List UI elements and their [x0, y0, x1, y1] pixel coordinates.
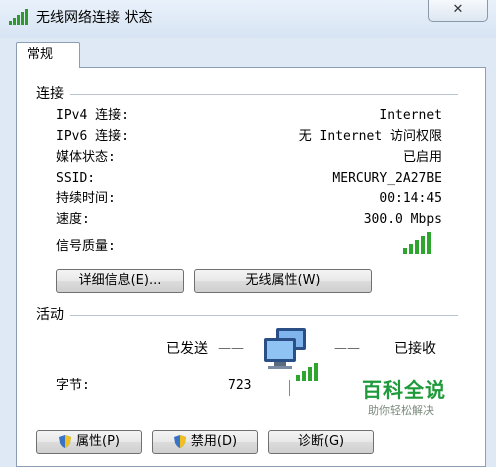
wireless-properties-label: 无线属性(W)	[245, 273, 321, 288]
disable-button[interactable]: 禁用(D)	[152, 430, 258, 454]
bytes-divider	[289, 380, 290, 396]
signal-quality-label: 信号质量:	[56, 239, 116, 254]
wireless-signal-icon	[9, 9, 28, 25]
connection-group-line	[36, 94, 458, 95]
close-button[interactable]: ✕	[428, 0, 488, 22]
sent-dash: ——	[218, 341, 244, 356]
network-computers-icon	[264, 328, 318, 381]
disable-label: 禁用(D)	[190, 434, 238, 449]
tab-general[interactable]: 常规	[16, 42, 80, 68]
window-title: 无线网络连接 状态	[36, 10, 153, 26]
details-button[interactable]: 详细信息(E)...	[56, 269, 184, 293]
sent-label: 已发送	[166, 341, 208, 357]
received-label: 已接收	[394, 341, 436, 357]
activity-group-line	[36, 315, 458, 316]
diagnose-label: 诊断(G)	[297, 434, 345, 449]
watermark-title: 百科全说	[362, 378, 446, 402]
diagnose-button[interactable]: 诊断(G)	[268, 430, 374, 454]
details-button-label: 详细信息(E)...	[78, 273, 162, 288]
media-state-label: 媒体状态:	[56, 150, 116, 165]
ssid-label: SSID:	[56, 171, 96, 186]
connection-group-title: 连接	[36, 85, 70, 103]
signal-strength-icon	[403, 232, 431, 254]
bytes-sent-value: 723	[228, 378, 252, 393]
watermark-subtitle: 助你轻松解决	[368, 404, 434, 417]
duration-label: 持续时间:	[56, 191, 116, 206]
properties-label: 属性(P)	[76, 434, 120, 449]
shield-icon	[173, 435, 186, 448]
received-dash: ——	[334, 341, 360, 356]
ipv4-label: IPv4 连接:	[56, 108, 129, 123]
title-bar[interactable]: 无线网络连接 状态 ✕	[0, 0, 496, 38]
activity-group-title: 活动	[36, 306, 70, 324]
properties-button[interactable]: 属性(P)	[36, 430, 142, 454]
speed-value: 300.0 Mbps	[363, 212, 442, 227]
ipv6-value: 无 Internet 访问权限	[298, 129, 442, 144]
close-icon: ✕	[452, 2, 464, 17]
duration-value: 00:14:45	[379, 191, 442, 206]
bytes-label: 字节:	[56, 378, 90, 393]
shield-icon	[59, 435, 71, 448]
speed-label: 速度:	[56, 212, 90, 227]
media-state-value: 已启用	[402, 150, 442, 165]
ipv4-value: Internet	[379, 108, 442, 123]
wireless-properties-button[interactable]: 无线属性(W)	[194, 269, 372, 293]
ssid-value: MERCURY_2A27BE	[332, 171, 442, 186]
ipv6-label: IPv6 连接:	[56, 129, 129, 144]
